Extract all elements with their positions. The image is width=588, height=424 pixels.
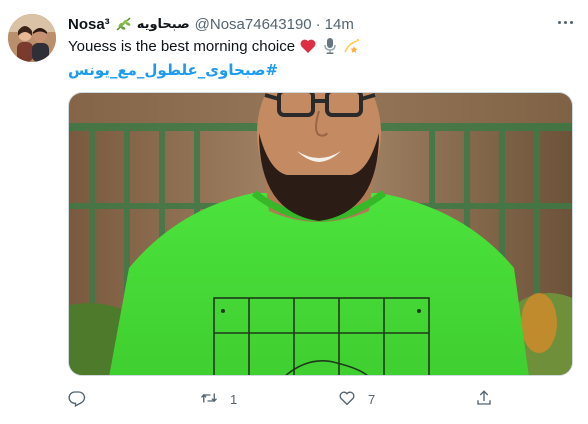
share-icon [475, 389, 493, 410]
user-handle[interactable]: @Nosa74643190 [195, 16, 312, 33]
more-dot [563, 20, 567, 24]
display-name[interactable]: Nosa³ [68, 16, 110, 33]
tweet-body: Youess is the best morning choice [68, 37, 296, 55]
hashtag-link[interactable]: #صبحاوى_علطول_مع_يونس [68, 61, 278, 79]
more-dot [569, 20, 573, 24]
retweet-count: 1 [230, 391, 238, 407]
reply-button[interactable] [68, 387, 98, 411]
retweet-button[interactable]: 1 [200, 387, 237, 411]
tweet-card[interactable]: Nosa³ صبحاويه @Nosa74643190 · 14m Youess… [0, 0, 588, 424]
like-count: 7 [368, 391, 376, 407]
tweet-actions: 1 7 [68, 387, 508, 411]
dizzy-star-icon [343, 37, 361, 55]
reply-icon [68, 389, 86, 410]
tweet-header: Nosa³ صبحاويه @Nosa74643190 · 14m [68, 14, 354, 34]
more-dot [557, 20, 561, 24]
microphone-icon [321, 37, 339, 55]
avatar[interactable] [8, 14, 56, 62]
arabic-display-name[interactable]: صبحاويه [137, 17, 190, 32]
tweet-photo[interactable] [68, 92, 573, 376]
like-button[interactable]: 7 [338, 387, 375, 411]
separator-dot: · [315, 15, 321, 33]
share-button[interactable] [475, 387, 505, 411]
photo-man-green-shirt [69, 93, 572, 375]
tweet-text: Youess is the best morning choice [68, 37, 361, 55]
timestamp[interactable]: 14m [325, 16, 354, 33]
more-options-button[interactable] [548, 8, 582, 36]
red-heart-icon [299, 37, 317, 55]
leaf-icon [115, 16, 133, 32]
retweet-icon [200, 389, 218, 410]
heart-icon [338, 389, 356, 410]
